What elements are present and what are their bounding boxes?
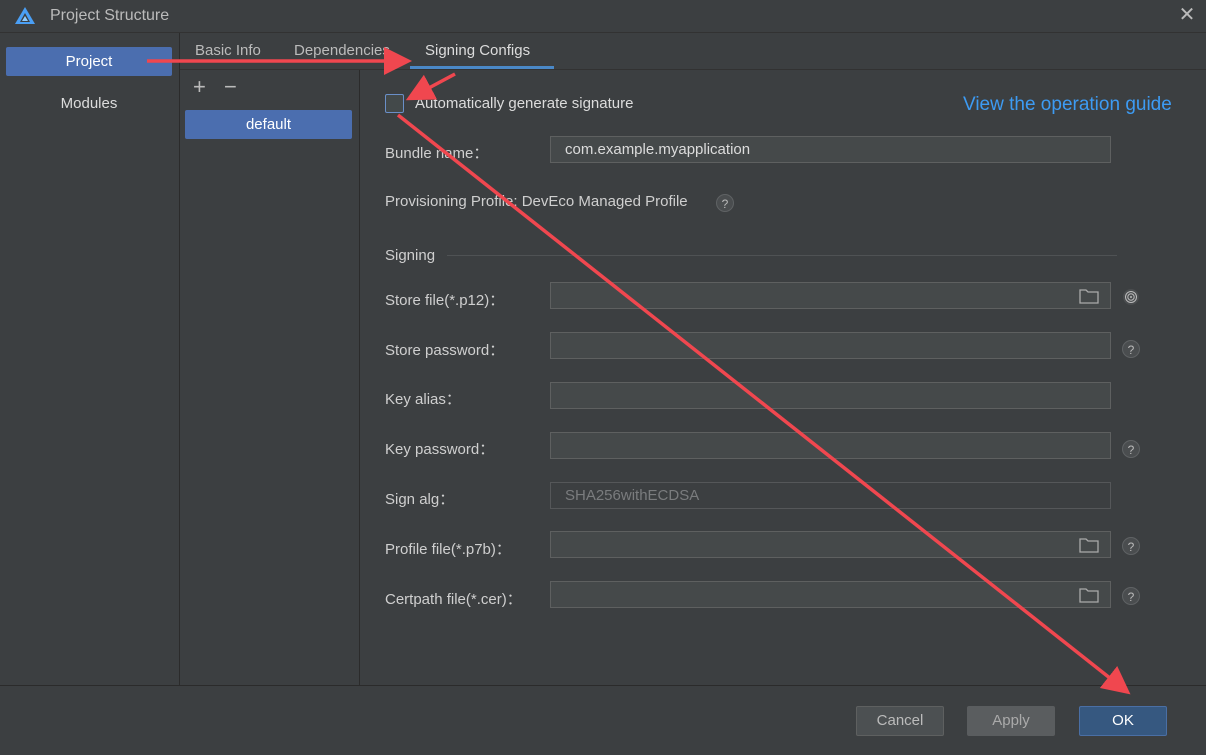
auto-sign-checkbox[interactable] — [385, 94, 404, 113]
signing-section-header: Signing — [385, 247, 436, 264]
provisioning-profile-label: Provisioning Profile: DevEco Managed Pro… — [385, 193, 688, 210]
certpath-file-help-icon[interactable]: ? — [1122, 587, 1140, 605]
key-alias-field[interactable] — [550, 382, 1111, 409]
profile-file-field[interactable] — [550, 531, 1111, 558]
title-bar — [0, 0, 1206, 33]
fingerprint-icon[interactable] — [1122, 288, 1140, 306]
store-file-field[interactable] — [550, 282, 1111, 309]
key-password-label: Key password： — [385, 441, 495, 458]
profile-file-label: Profile file(*.p7b)： — [385, 541, 511, 558]
close-icon[interactable]: ✕ — [1176, 4, 1198, 26]
config-list-panel — [180, 70, 360, 685]
profile-file-help-icon[interactable]: ? — [1122, 537, 1140, 555]
profile-file-folder-icon[interactable] — [1079, 537, 1099, 553]
deveco-logo-icon — [15, 7, 35, 24]
provisioning-help-icon[interactable]: ? — [716, 194, 734, 212]
store-password-field[interactable] — [550, 332, 1111, 359]
sidebar: Project Modules — [0, 33, 180, 685]
signing-divider — [447, 255, 1117, 256]
bundle-name-label: Bundle name： — [385, 145, 489, 162]
certpath-file-label: Certpath file(*.cer)： — [385, 591, 522, 608]
config-item-default[interactable]: default — [185, 110, 352, 139]
tab-basic-info[interactable]: Basic Info — [195, 42, 261, 59]
key-password-field[interactable] — [550, 432, 1111, 459]
certpath-file-folder-icon[interactable] — [1079, 587, 1099, 603]
certpath-file-field[interactable] — [550, 581, 1111, 608]
sidebar-item-modules[interactable]: Modules — [6, 89, 172, 118]
store-file-folder-icon[interactable] — [1079, 288, 1099, 304]
bundle-name-field[interactable] — [550, 136, 1111, 163]
store-file-label: Store file(*.p12)： — [385, 292, 505, 309]
store-password-label: Store password： — [385, 342, 505, 359]
apply-button[interactable]: Apply — [967, 706, 1055, 736]
cancel-button[interactable]: Cancel — [856, 706, 944, 736]
sign-alg-label: Sign alg： — [385, 491, 455, 508]
auto-sign-label[interactable]: Automatically generate signature — [415, 95, 633, 112]
key-password-help-icon[interactable]: ? — [1122, 440, 1140, 458]
window-title: Project Structure — [50, 7, 170, 24]
tab-signing-configs[interactable]: Signing Configs — [425, 42, 530, 59]
add-icon[interactable]: + — [193, 74, 206, 100]
sidebar-item-project[interactable]: Project — [6, 47, 172, 76]
arrow-tab-to-checkbox — [405, 72, 456, 101]
key-alias-label: Key alias： — [385, 391, 461, 408]
operation-guide-link[interactable]: View the operation guide — [963, 94, 1172, 116]
tab-dependencies[interactable]: Dependencies — [294, 42, 394, 59]
remove-icon[interactable]: − — [224, 74, 237, 100]
ok-button[interactable]: OK — [1079, 706, 1167, 736]
sign-alg-field — [550, 482, 1111, 509]
store-password-help-icon[interactable]: ? — [1122, 340, 1140, 358]
